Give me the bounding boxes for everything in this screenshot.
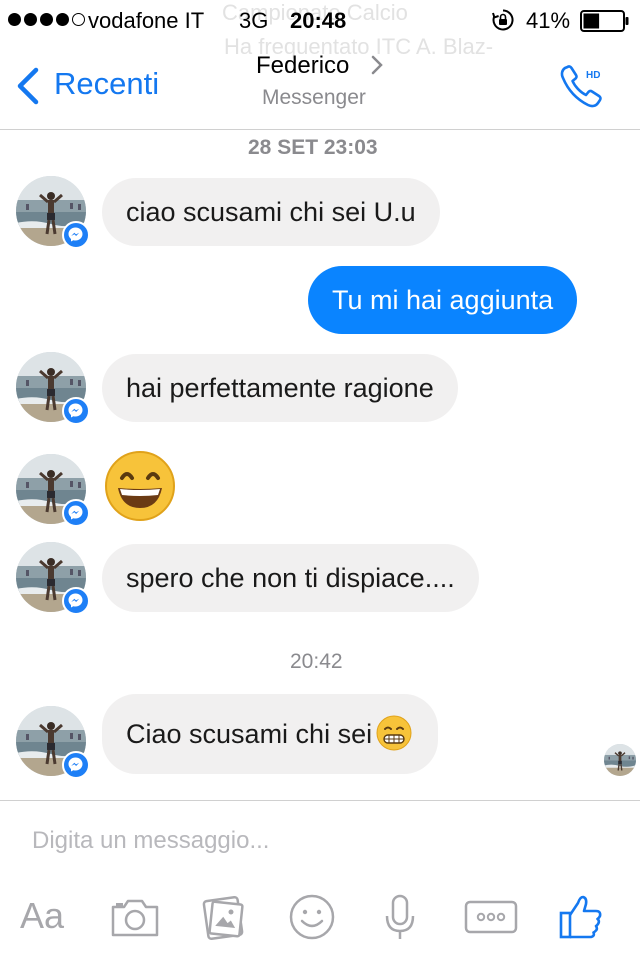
seen-receipt-avatar [604, 744, 636, 776]
outgoing-message[interactable]: Tu mi hai aggiunta [308, 266, 578, 334]
chevron-right-icon[interactable] [370, 54, 384, 76]
hd-call-icon[interactable]: HD [558, 62, 608, 110]
message-text: Ciao scusami chi sei [126, 719, 373, 749]
composer: Aa [0, 800, 640, 960]
grinning-face-emoji-icon[interactable] [104, 450, 176, 522]
text-format-button[interactable]: Aa [20, 895, 76, 943]
incoming-message[interactable]: spero che non ti dispiace.... [102, 544, 479, 612]
messenger-badge-icon [62, 499, 90, 527]
rotation-lock-icon [492, 9, 514, 31]
microphone-icon[interactable] [382, 893, 418, 941]
sticker-icon[interactable] [288, 893, 336, 941]
network-type: 3G [239, 8, 269, 33]
messenger-badge-icon [62, 397, 90, 425]
battery-icon [580, 10, 629, 32]
incoming-message[interactable]: Ciao scusami chi sei [102, 694, 439, 774]
status-bar: Campionato Calcio Ha frequentato ITC A. … [0, 0, 640, 59]
contact-subtitle: Messenger [262, 86, 366, 109]
battery-percentage: 41% [526, 8, 571, 33]
camera-icon[interactable] [110, 893, 160, 941]
back-chevron-icon[interactable] [14, 66, 42, 106]
messenger-badge-icon [62, 587, 90, 615]
signal-strength-icon [8, 13, 85, 26]
hd-badge: HD [586, 70, 600, 81]
back-button[interactable]: Recenti [54, 66, 159, 102]
navigation-bar: Recenti Federico Messenger HD [0, 40, 640, 130]
incoming-message[interactable]: ciao scusami chi sei U.u [102, 178, 440, 246]
status-time: 20:48 [290, 8, 347, 33]
contact-name[interactable]: Federico [256, 52, 349, 80]
messenger-badge-icon [62, 751, 90, 779]
timestamp: 28 SET 23:03 [248, 136, 378, 159]
messenger-badge-icon [62, 221, 90, 249]
grimacing-face-emoji-icon [376, 714, 413, 751]
gallery-icon[interactable] [200, 893, 248, 941]
more-icon[interactable] [464, 893, 518, 941]
incoming-message[interactable]: hai perfettamente ragione [102, 354, 458, 422]
message-input[interactable] [32, 827, 592, 855]
like-icon[interactable] [558, 893, 604, 941]
timestamp: 20:42 [290, 650, 343, 673]
carrier-name: vodafone IT [88, 8, 205, 33]
